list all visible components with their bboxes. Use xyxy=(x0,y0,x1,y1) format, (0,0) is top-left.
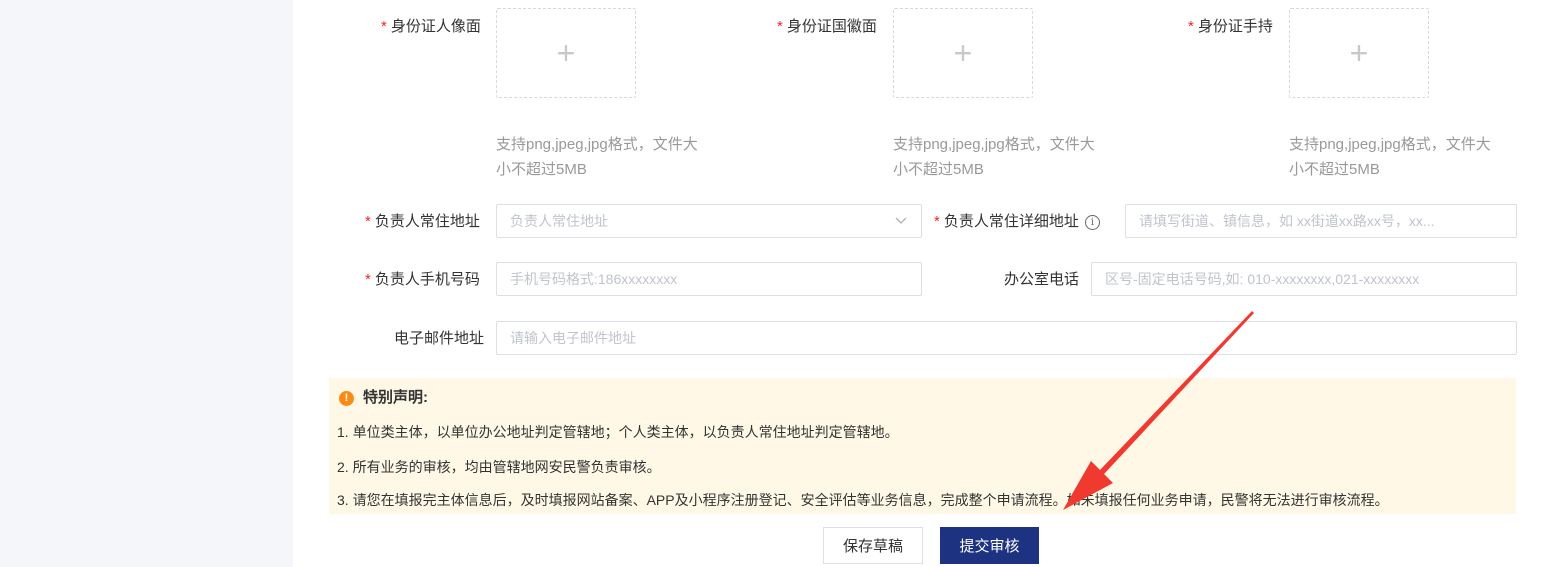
submit-review-button[interactable]: 提交审核 xyxy=(940,527,1039,564)
special-notice-panel: ! 特别声明: 1. 单位类主体，以单位办公地址判定管辖地；个人类主体，以负责人常… xyxy=(329,378,1516,514)
upload-hint-id-back: 支持png,jpeg,jpg格式，文件大 小不超过5MB xyxy=(893,136,1095,178)
plus-icon: + xyxy=(556,35,576,71)
office-phone-input[interactable]: 区号-固定电话号码,如: 010-xxxxxxxx,021-xxxxxxxx xyxy=(1091,262,1517,296)
upload-hint-id-hold: 支持png,jpeg,jpg格式，文件大 小不超过5MB xyxy=(1289,136,1491,178)
email-label: 电子邮件地址 xyxy=(394,330,485,347)
plus-icon: + xyxy=(953,35,973,71)
info-icon[interactable]: i xyxy=(1084,215,1100,230)
chevron-down-icon xyxy=(895,217,907,224)
notice-title: ! 特别声明: xyxy=(339,386,428,407)
upload-id-front-box[interactable]: + xyxy=(496,8,636,98)
upload-label-id-back: * 身份证国徽面 xyxy=(777,18,877,35)
upload-label-id-front: * 身份证人像面 xyxy=(381,18,481,35)
mobile-input[interactable]: 手机号码格式:186xxxxxxxx xyxy=(496,262,922,296)
notice-line-1: 1. 单位类主体，以单位办公地址判定管辖地；个人类主体，以负责人常住地址判定管辖… xyxy=(337,424,899,440)
residence-label: * 负责人常住地址 xyxy=(365,213,480,230)
upload-id-back-box[interactable]: + xyxy=(893,8,1033,98)
upload-hint-id-front: 支持png,jpeg,jpg格式，文件大 小不超过5MB xyxy=(496,136,698,178)
notice-line-3: 3. 请您在填报完主体信息后，及时填报网站备案、APP及小程序注册登记、安全评估… xyxy=(337,492,1389,508)
office-phone-label: 办公室电话 xyxy=(1004,271,1080,288)
residence-detail-input[interactable]: 请填写街道、镇信息，如 xx街道xx路xx号，xx... xyxy=(1125,204,1517,238)
upload-label-id-hold: * 身份证手持 xyxy=(1188,18,1273,35)
upload-id-hold-box[interactable]: + xyxy=(1289,8,1429,98)
plus-icon: + xyxy=(1349,35,1369,71)
warning-icon: ! xyxy=(339,391,354,406)
residence-detail-label: * 负责人常住详细地址 i xyxy=(934,212,1100,232)
left-sidebar-background xyxy=(0,0,293,567)
save-draft-button[interactable]: 保存草稿 xyxy=(823,527,923,564)
email-input[interactable]: 请输入电子邮件地址 xyxy=(496,321,1517,355)
residence-select[interactable]: 负责人常住地址 xyxy=(496,204,922,238)
mobile-label: * 负责人手机号码 xyxy=(365,271,480,288)
notice-line-2: 2. 所有业务的审核，均由管辖地网安民警负责审核。 xyxy=(337,459,661,475)
